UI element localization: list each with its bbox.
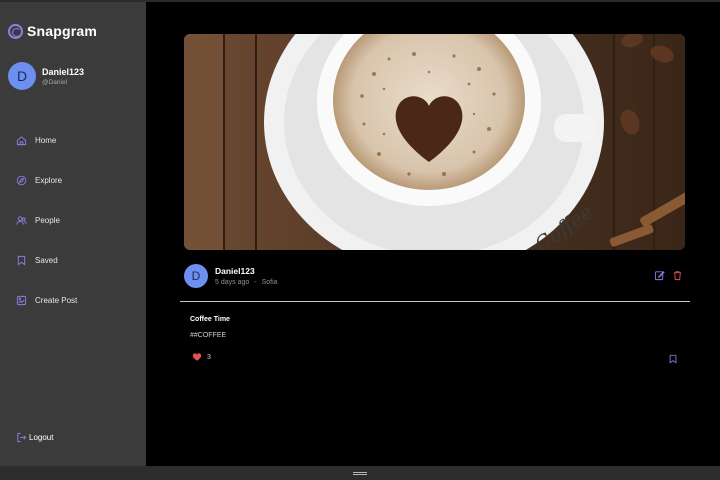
post-caption: Coffee Time (190, 316, 230, 323)
sidebar: Snapgram D Daniel123 @Daniel Home Explor… (0, 2, 146, 466)
profile-handle: @Daniel (42, 78, 68, 86)
logout-label: Logout (29, 433, 54, 442)
sidebar-item-label: Create Post (35, 295, 78, 305)
explore-icon (16, 175, 27, 185)
sidebar-item-explore[interactable]: Explore (16, 160, 77, 200)
edit-post-button[interactable] (654, 270, 665, 281)
save-post-button[interactable] (668, 351, 678, 369)
profile-name: Daniel123 (42, 66, 85, 77)
sidebar-item-saved[interactable]: Saved (16, 240, 77, 280)
bottom-bar (0, 466, 720, 480)
post-meta-separator: - (254, 279, 257, 286)
like-button[interactable]: 3 (192, 352, 211, 362)
post-location: Sofia (261, 279, 278, 286)
people-icon (16, 215, 27, 225)
post-header: D Daniel123 5 days ago - Sofia (184, 264, 278, 288)
brand[interactable]: Snapgram (8, 23, 97, 39)
snapgram-logo-icon (8, 23, 23, 39)
post-author-name[interactable]: Daniel123 (215, 266, 278, 276)
post-author-avatar[interactable]: D (184, 264, 208, 288)
profile-summary[interactable]: D Daniel123 @Daniel (8, 62, 84, 90)
avatar: D (8, 62, 36, 90)
post-tags[interactable]: ##COFFEE (190, 332, 226, 339)
sidebar-item-label: Saved (35, 255, 58, 265)
bookmark-icon (669, 354, 677, 364)
saved-icon (17, 255, 26, 266)
app-name: Snapgram (27, 23, 98, 39)
resize-handle[interactable] (353, 472, 367, 475)
edit-icon (654, 271, 665, 281)
logout-icon (17, 432, 27, 443)
sidebar-nav: Home Explore People Saved Create Post (16, 120, 77, 320)
like-count: 3 (207, 353, 211, 361)
heart-icon (192, 353, 202, 361)
sidebar-item-create-post[interactable]: Create Post (16, 280, 77, 320)
home-icon (16, 135, 27, 145)
main-content: Coffee D Daniel123 5 days ago - Sofia Co… (146, 2, 720, 466)
logout-button[interactable]: Logout (16, 432, 53, 443)
delete-post-button[interactable] (672, 270, 683, 281)
post-image[interactable]: Coffee (184, 34, 685, 250)
sidebar-item-label: Home (35, 135, 57, 145)
trash-icon (673, 271, 682, 281)
sidebar-item-home[interactable]: Home (16, 120, 77, 160)
post-subtitle: 5 days ago - Sofia (215, 279, 278, 286)
sidebar-item-label: People (35, 215, 60, 225)
post-divider (180, 301, 690, 302)
post-time: 5 days ago (215, 279, 250, 286)
app-window: Snapgram D Daniel123 @Daniel Home Explor… (0, 0, 720, 480)
post-actions (654, 270, 683, 281)
coffee-photo: Coffee (184, 34, 685, 250)
sidebar-item-people[interactable]: People (16, 200, 77, 240)
create-post-icon (16, 295, 27, 305)
sidebar-item-label: Explore (35, 175, 63, 185)
